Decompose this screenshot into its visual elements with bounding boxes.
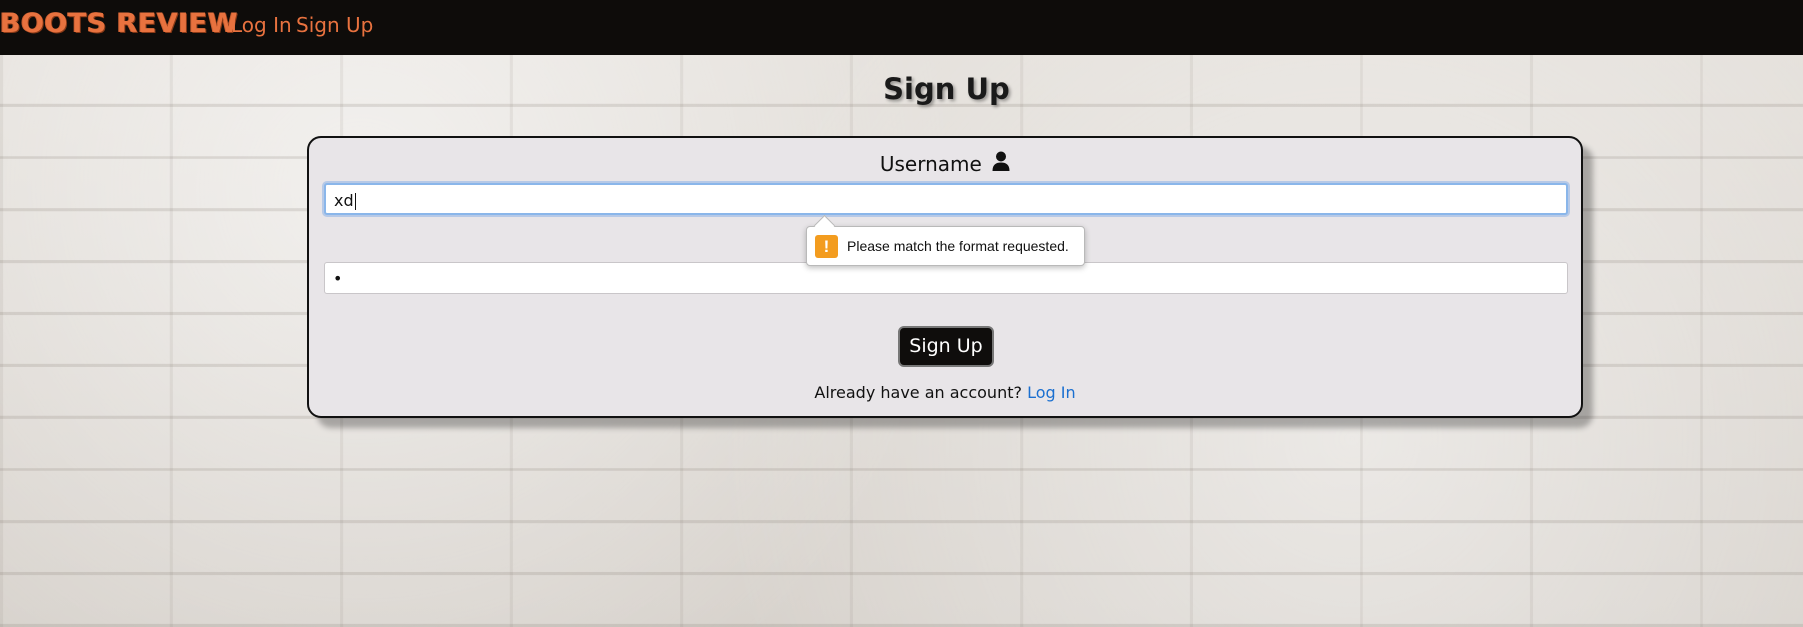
- text-caret: [354, 193, 356, 210]
- brand-logo[interactable]: BOOTS REVIEW: [0, 8, 238, 39]
- warning-icon: !: [815, 235, 838, 258]
- password-input[interactable]: •: [324, 262, 1568, 294]
- page-title: Sign Up: [883, 72, 1010, 106]
- username-input[interactable]: xd: [324, 183, 1568, 215]
- login-prompt-row: Already have an account? Log In: [309, 383, 1581, 402]
- validation-tooltip: ! Please match the format requested.: [806, 226, 1085, 266]
- username-input-value: xd: [334, 191, 354, 210]
- nav-login-link[interactable]: Log In: [231, 13, 292, 37]
- navbar: BOOTS REVIEW Log In Sign Up: [0, 0, 1803, 55]
- validation-message: Please match the format requested.: [847, 238, 1069, 254]
- login-link[interactable]: Log In: [1027, 383, 1076, 402]
- username-label-row: Username: [309, 151, 1581, 178]
- username-label: Username: [879, 152, 982, 176]
- login-prompt-text: Already have an account?: [814, 383, 1022, 402]
- password-input-value: •: [333, 269, 343, 288]
- signup-button[interactable]: Sign Up: [898, 326, 994, 367]
- signup-form-card: Username xd • Sign Up Already have an ac…: [307, 136, 1583, 418]
- nav-signup-link[interactable]: Sign Up: [296, 13, 373, 37]
- user-icon: [992, 151, 1010, 176]
